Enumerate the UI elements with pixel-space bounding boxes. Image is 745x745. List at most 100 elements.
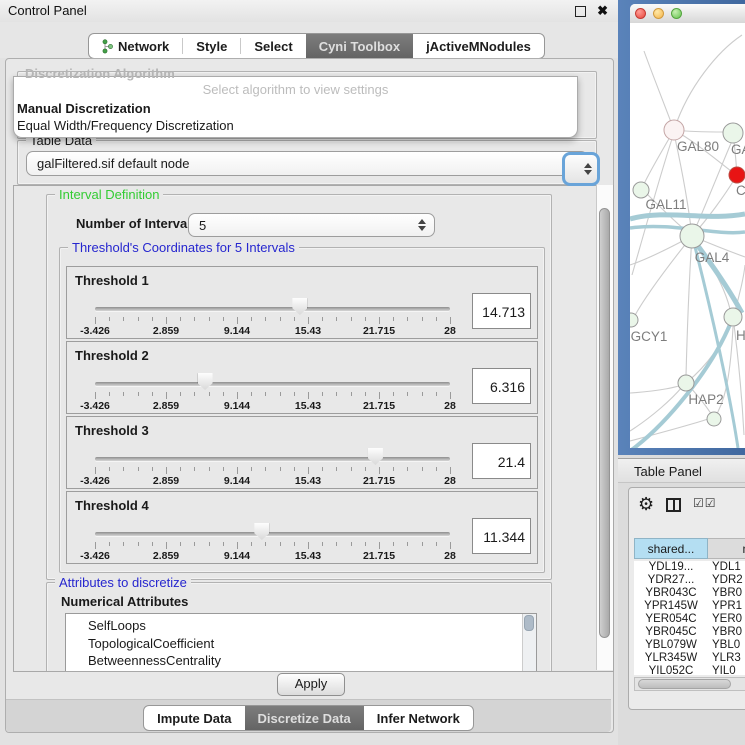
close-traffic-light-icon[interactable] (635, 8, 646, 19)
tab-discretize-data[interactable]: Discretize Data (245, 706, 364, 730)
network-node[interactable] (724, 308, 742, 326)
table-row[interactable]: YER054CYER0 (634, 613, 745, 626)
slider-tick (237, 392, 238, 399)
close-icon[interactable]: ✖ (597, 3, 608, 19)
threshold-value-field[interactable]: 14.713 (472, 293, 531, 329)
tab-style[interactable]: Style (183, 34, 240, 58)
tab-infer-network[interactable]: Infer Network (364, 706, 473, 730)
cell-name: YLR3 (708, 652, 741, 665)
table-row[interactable]: YBR045CYBR0 (634, 626, 745, 639)
network-edge (634, 236, 692, 317)
slider-tick-label: 21.715 (363, 400, 395, 412)
slider-tick-label: 28 (444, 475, 456, 487)
slider-tick (166, 542, 167, 549)
network-window-titlebar (630, 4, 745, 24)
table-row[interactable]: YDR27...YDR2 (634, 574, 745, 587)
gear-icon[interactable]: ⚙ (638, 494, 654, 515)
slider-tick (351, 392, 352, 396)
zoom-traffic-light-icon[interactable] (671, 8, 682, 19)
slider-tick (436, 542, 437, 546)
network-node[interactable] (729, 167, 745, 183)
combo-arrows-icon (584, 163, 591, 175)
table-row[interactable]: YIL052CYIL0 (634, 665, 745, 675)
table-row[interactable]: YDL19...YDL1 (634, 561, 745, 574)
attribute-item[interactable]: BetweennessCentrality (66, 652, 536, 670)
slider-tick (251, 542, 252, 546)
attribute-item[interactable]: TopologicalCoefficient (66, 635, 536, 653)
tab-impute-data[interactable]: Impute Data (144, 706, 244, 730)
algorithm-combobox[interactable] (562, 152, 600, 186)
cell-shared-name: YDL19... (634, 561, 708, 574)
slider-tick (422, 392, 423, 396)
minimize-traffic-light-icon[interactable] (653, 8, 664, 19)
slider-track[interactable] (95, 532, 450, 536)
slider-tick (407, 542, 408, 546)
slider-tick (379, 392, 380, 399)
cell-name: YDL1 (708, 561, 741, 574)
slider-tick (237, 542, 238, 549)
threshold-value-field[interactable]: 21.4 (472, 443, 531, 479)
tab-cyni-toolbox[interactable]: Cyni Toolbox (306, 34, 413, 58)
network-node[interactable] (678, 375, 694, 391)
table-row[interactable]: YLR345WYLR3 (634, 652, 745, 665)
tab-select[interactable]: Select (241, 34, 305, 58)
table-data-group: Table Data galFiltered.sif default node (17, 140, 597, 185)
bottom-tab-strip: Impute DataDiscretize Data Infer Network (143, 705, 474, 731)
slider-handle[interactable] (368, 448, 383, 465)
network-edge (686, 236, 692, 376)
slider-tick (351, 317, 352, 321)
float-window-icon[interactable] (575, 6, 586, 17)
slider-track[interactable] (95, 307, 450, 311)
network-canvas[interactable]: GAL80GALCGAL11GAL4GCY1HHAP2 (630, 23, 745, 448)
tab-label: Infer Network (377, 711, 460, 726)
slider-tick (365, 392, 366, 396)
table-row[interactable]: YPR145WYPR1 (634, 600, 745, 613)
tab-jactivemnodules[interactable]: jActiveMNodules (413, 34, 544, 58)
algorithm-hint: Select algorithm to view settings (14, 82, 577, 97)
scrollbar-thumb[interactable] (638, 679, 731, 689)
network-node[interactable] (707, 412, 721, 426)
network-graph[interactable]: GAL80GALCGAL11GAL4GCY1HHAP2 (630, 23, 745, 448)
network-node[interactable] (633, 182, 649, 198)
algorithm-option[interactable]: Manual Discretization (17, 101, 151, 116)
network-node-label: H (736, 328, 745, 343)
slider-tick-label: 9.144 (224, 400, 250, 412)
attributes-scrollbar[interactable] (522, 614, 536, 672)
table-row[interactable]: YBR043CYBR0 (634, 587, 745, 600)
slider-handle[interactable] (292, 298, 307, 315)
table-data-combobox[interactable]: galFiltered.sif default node (26, 151, 588, 176)
number-of-intervals-combobox[interactable]: 5 (188, 213, 435, 237)
network-node[interactable] (664, 120, 684, 140)
cell-shared-name: YLR345W (634, 652, 708, 665)
table-row[interactable]: YBL079WYBL0 (634, 639, 745, 652)
slider-handle[interactable] (198, 373, 213, 390)
cell-shared-name: YPR145W (634, 600, 708, 613)
apply-button[interactable]: Apply (277, 673, 345, 696)
slider-tick (422, 467, 423, 471)
tab-network[interactable]: Network (89, 34, 182, 58)
split-columns-icon[interactable] (666, 498, 681, 512)
network-node[interactable] (723, 123, 743, 143)
scrollbar-thumb[interactable] (599, 208, 610, 638)
main-scrollbar[interactable] (596, 185, 613, 670)
slider-track[interactable] (95, 382, 450, 386)
column-header-name[interactable]: name (708, 538, 745, 559)
scrollbar-thumb[interactable] (524, 615, 534, 631)
network-node[interactable] (680, 224, 704, 248)
slider-tick (308, 542, 309, 549)
slider-handle[interactable] (254, 523, 269, 540)
algorithm-option[interactable]: Equal Width/Frequency Discretization (17, 118, 234, 133)
control-panel: Control Panel ✖ NetworkStyleSelectCyni T… (0, 0, 618, 745)
table-horizontal-scrollbar[interactable] (634, 677, 745, 691)
attributes-group: Attributes to discretize Numerical Attri… (46, 582, 552, 672)
select-columns-icon[interactable]: ☑☑ (693, 496, 717, 510)
column-header-shared-name[interactable]: shared... (634, 538, 708, 559)
attribute-item[interactable]: SelfLoops (66, 617, 536, 635)
threshold-value-field[interactable]: 6.316 (472, 368, 531, 404)
slider-tick (109, 542, 110, 546)
numerical-attributes-list[interactable]: SelfLoopsTopologicalCoefficientBetweenne… (65, 613, 537, 672)
network-node[interactable] (630, 313, 638, 327)
threshold-value-field[interactable]: 11.344 (472, 518, 531, 554)
slider-track[interactable] (95, 457, 450, 461)
table-rows[interactable]: YDL19...YDL1YDR27...YDR2YBR043CYBR0YPR14… (634, 561, 745, 675)
